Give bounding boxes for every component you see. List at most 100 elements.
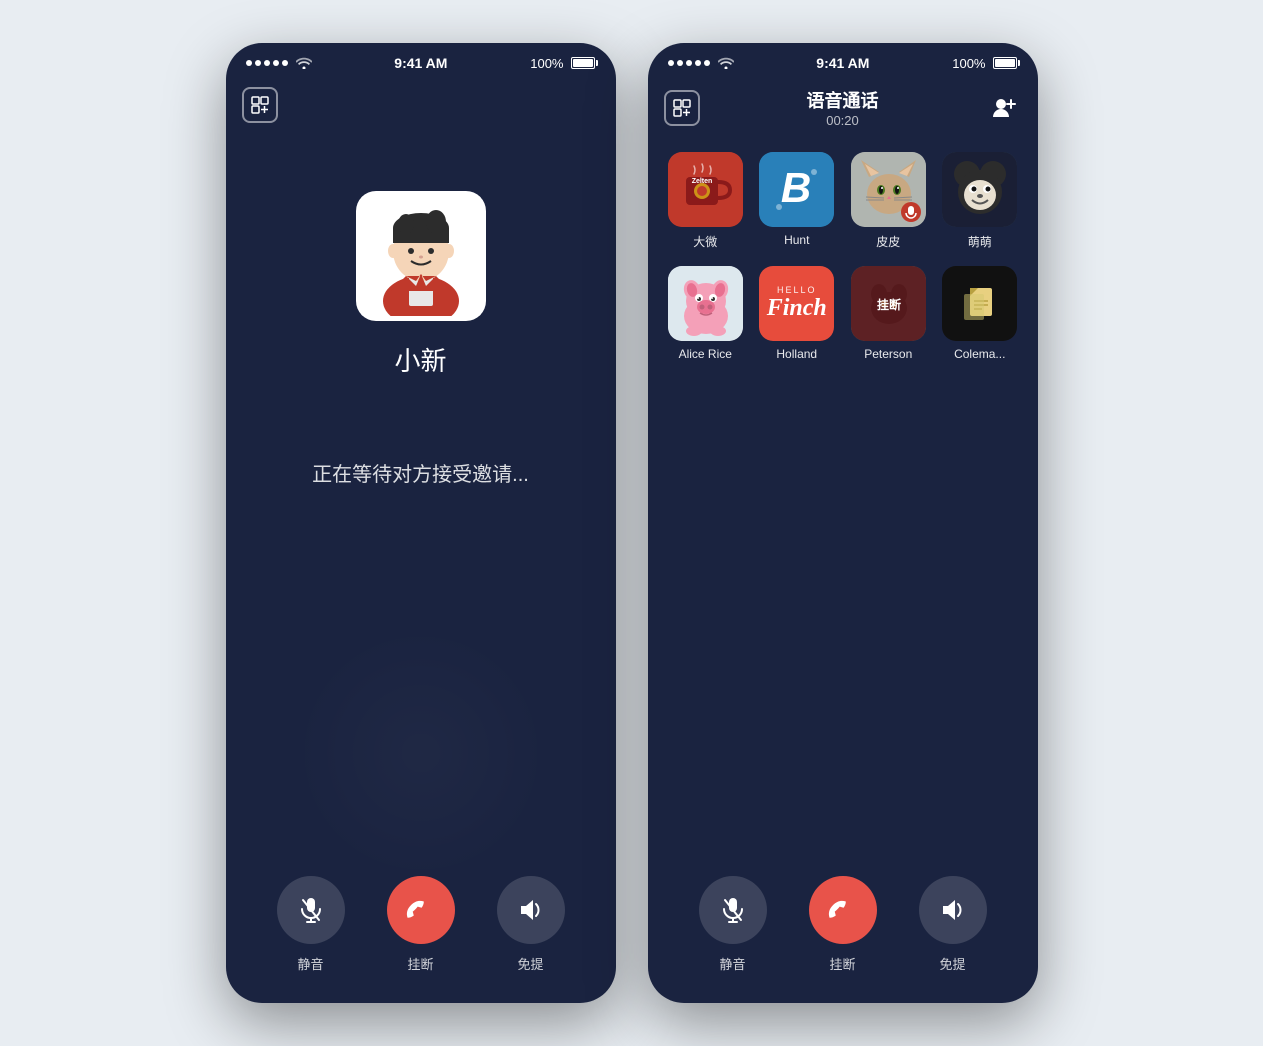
peterson-avatar-img: 挂断 xyxy=(851,266,926,341)
wifi-icon-2 xyxy=(718,57,734,69)
avatar-pipi xyxy=(851,152,926,227)
caller-avatar xyxy=(356,191,486,321)
signal-dot-1 xyxy=(246,60,252,66)
mute-button-1[interactable] xyxy=(277,876,345,944)
screen1-content: 小新 正在等待对方接受邀请... xyxy=(226,131,616,524)
mute-control-1[interactable]: 静音 xyxy=(277,876,345,973)
status-right-1: 100% xyxy=(530,56,595,71)
status-bar-2: 9:41 AM 100% xyxy=(648,43,1038,79)
hangup-control-2[interactable]: 挂断 xyxy=(809,876,877,973)
avatar-peterson: 挂断 xyxy=(851,266,926,341)
caller-name: 小新 xyxy=(394,341,446,378)
colema-avatar-img xyxy=(942,266,1017,341)
battery-icon-2 xyxy=(993,57,1017,69)
speaker-icon-1 xyxy=(517,896,545,924)
wifi-icon xyxy=(296,57,312,69)
status-bar-1: 9:41 AM 100% xyxy=(226,43,616,79)
alice-avatar-img xyxy=(668,266,743,341)
avatar-dawei: Zelten xyxy=(668,152,743,227)
battery-fill-2 xyxy=(995,59,1015,67)
mic-icon-1 xyxy=(297,896,325,924)
status-left-1 xyxy=(246,57,312,69)
speaker-button-2[interactable] xyxy=(919,876,987,944)
signal-dot-4 xyxy=(273,60,279,66)
phone-screen-2: 9:41 AM 100% 语音通话 00:20 xyxy=(648,43,1038,1003)
speaker-control-2[interactable]: 免提 xyxy=(919,876,987,973)
signal-dot-3 xyxy=(264,60,270,66)
pipi-avatar-img xyxy=(851,152,926,227)
avatar-mengmeng xyxy=(942,152,1017,227)
hangup-button-2[interactable] xyxy=(809,876,877,944)
hangup-label-1: 挂断 xyxy=(407,954,433,973)
name-peterson: Peterson xyxy=(864,347,912,361)
phone-screen-1: 9:41 AM 100% xyxy=(226,43,616,1003)
hunt-avatar-img: B xyxy=(759,152,834,227)
hangup-icon-2 xyxy=(827,894,859,926)
hangup-label-2: 挂断 xyxy=(829,954,855,973)
signal-dots xyxy=(246,60,288,66)
mute-button-2[interactable] xyxy=(699,876,767,944)
avatar-hunt: B xyxy=(759,152,834,227)
signal-dot-2 xyxy=(255,60,261,66)
caller-avatar-svg xyxy=(361,196,481,316)
add-person-icon xyxy=(991,95,1017,121)
hangup-icon-1 xyxy=(405,894,437,926)
svg-text:挂断: 挂断 xyxy=(877,297,901,312)
nav-center-2: 语音通话 00:20 xyxy=(807,87,879,128)
speaker-label-2: 免提 xyxy=(939,954,965,973)
mengmeng-avatar-img xyxy=(942,152,1017,227)
speaker-control-1[interactable]: 免提 xyxy=(497,876,565,973)
bg-ghost xyxy=(291,623,551,883)
name-pipi: 皮皮 xyxy=(876,233,900,250)
name-mengmeng: 萌萌 xyxy=(968,233,992,250)
hangup-button-1[interactable] xyxy=(387,876,455,944)
avatar-alice xyxy=(668,266,743,341)
svg-text:B: B xyxy=(781,164,811,211)
participant-hunt[interactable]: B Hunt xyxy=(759,152,835,250)
bottom-controls-2: 静音 挂断 免提 xyxy=(648,856,1038,983)
name-holland: Holland xyxy=(776,347,817,361)
mic-icon-2 xyxy=(719,896,747,924)
participant-holland[interactable]: HELLO Finch Holland xyxy=(759,266,835,361)
nav-icon-btn-1[interactable] xyxy=(242,87,278,123)
name-colema: Colema... xyxy=(954,347,1005,361)
signal-dots-2 xyxy=(668,60,710,66)
status-left-2 xyxy=(668,57,734,69)
status-time-1: 9:41 AM xyxy=(394,55,447,71)
hello-text: HELLO xyxy=(777,285,817,295)
caller-status: 正在等待对方接受邀请... xyxy=(312,458,529,487)
name-hunt: Hunt xyxy=(784,233,809,247)
battery-icon-1 xyxy=(571,57,595,69)
nav-icon-btn-2[interactable] xyxy=(664,90,700,126)
finch-text: Finch xyxy=(767,295,827,322)
mute-label-1: 静音 xyxy=(297,954,323,973)
status-right-2: 100% xyxy=(952,56,1017,71)
avatar-holland: HELLO Finch xyxy=(759,266,834,341)
battery-fill-1 xyxy=(573,59,593,67)
signal-dot-5 xyxy=(282,60,288,66)
status-time-2: 9:41 AM xyxy=(816,55,869,71)
participant-pipi[interactable]: 皮皮 xyxy=(851,152,927,250)
add-participant-button[interactable] xyxy=(986,90,1022,126)
name-dawei: 大微 xyxy=(693,233,717,250)
participant-mengmeng[interactable]: 萌萌 xyxy=(942,152,1018,250)
battery-percent-1: 100% xyxy=(530,56,563,71)
signal-dot-2-2 xyxy=(677,60,683,66)
holland-card: HELLO Finch xyxy=(759,266,834,341)
signal-dot-2-5 xyxy=(704,60,710,66)
call-duration: 00:20 xyxy=(826,113,859,128)
mute-label-2: 静音 xyxy=(719,954,745,973)
mute-control-2[interactable]: 静音 xyxy=(699,876,767,973)
nav-bar-2: 语音通话 00:20 xyxy=(648,79,1038,136)
hangup-control-1[interactable]: 挂断 xyxy=(387,876,455,973)
dawei-avatar-img: Zelten xyxy=(668,152,743,227)
speaker-button-1[interactable] xyxy=(497,876,565,944)
participant-alice[interactable]: Alice Rice xyxy=(668,266,744,361)
speaker-label-1: 免提 xyxy=(517,954,543,973)
battery-percent-2: 100% xyxy=(952,56,985,71)
speaker-icon-2 xyxy=(939,896,967,924)
participant-peterson[interactable]: 挂断 Peterson xyxy=(851,266,927,361)
participant-colema[interactable]: Colema... xyxy=(942,266,1018,361)
signal-dot-2-4 xyxy=(695,60,701,66)
participant-dawei[interactable]: Zelten 大微 xyxy=(668,152,744,250)
